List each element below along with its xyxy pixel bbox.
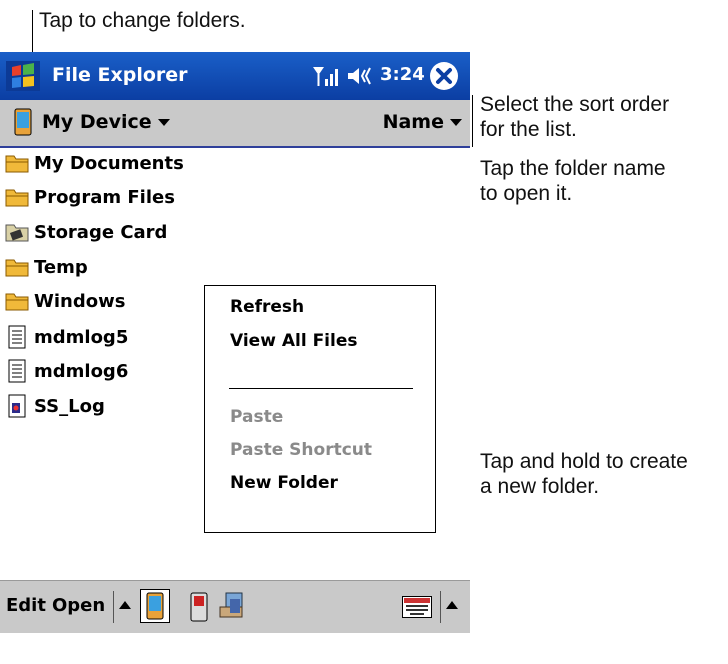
file-name: Windows <box>34 290 126 312</box>
app-title: File Explorer <box>52 64 188 86</box>
menu-item-new-folder[interactable]: New Folder <box>230 473 338 493</box>
scroll-up-icon[interactable] <box>119 601 131 609</box>
file-name: Storage Card <box>34 221 168 243</box>
sort-dropdown[interactable]: Name <box>383 111 462 133</box>
file-item-windows[interactable]: Windows <box>4 286 125 316</box>
device-button-icon[interactable] <box>140 589 170 623</box>
document-icon <box>8 359 26 383</box>
file-name: My Documents <box>34 152 184 174</box>
title-bar: File Explorer 3:24 <box>0 52 470 100</box>
callout-folder-name: Tap the folder name to open it. <box>480 156 666 206</box>
file-item-temp[interactable]: Temp <box>4 252 88 282</box>
file-explorer-screen: File Explorer 3:24 My Device Name My Doc… <box>0 52 470 664</box>
chevron-down-icon <box>450 119 462 126</box>
sort-dropdown-label: Name <box>382 111 444 133</box>
folder-dropdown-label: My Device <box>42 111 152 133</box>
close-icon[interactable] <box>430 62 458 90</box>
divider <box>440 591 441 623</box>
file-name: mdmlog6 <box>34 360 129 382</box>
folder-dropdown[interactable]: My Device <box>42 111 170 133</box>
context-menu: Refresh View All Files Paste Paste Short… <box>204 285 436 533</box>
file-item-program-files[interactable]: Program Files <box>4 182 175 212</box>
callout-text: Tap and hold to create <box>480 450 688 473</box>
folder-icon <box>5 293 29 311</box>
callout-text: Tap to change folders. <box>39 9 246 32</box>
callout-text: for the list. <box>480 118 577 141</box>
file-item-my-documents[interactable]: My Documents <box>4 148 184 178</box>
callout-sort-order: Select the sort order for the list. <box>480 92 669 142</box>
keyboard-icon[interactable] <box>402 596 432 618</box>
log-file-icon <box>8 394 26 418</box>
edit-menu[interactable]: Edit <box>6 595 46 616</box>
callout-text: to open it. <box>480 182 573 205</box>
storage-card-button-icon[interactable] <box>188 592 210 622</box>
callout-text: Select the sort order <box>480 93 670 116</box>
menu-item-paste-shortcut: Paste Shortcut <box>230 440 373 460</box>
input-panel-toggle-icon[interactable] <box>446 601 458 609</box>
device-icon[interactable] <box>14 108 32 136</box>
file-name: Temp <box>34 256 88 278</box>
storage-card-icon <box>5 224 29 242</box>
callout-text: Tap the folder name <box>480 157 666 180</box>
file-item-mdmlog5[interactable]: mdmlog5 <box>4 322 128 352</box>
file-name: Program Files <box>34 186 175 208</box>
start-flag-icon[interactable] <box>6 61 40 91</box>
signal-icon[interactable] <box>312 65 338 87</box>
document-icon <box>8 325 26 349</box>
chevron-down-icon <box>157 119 170 126</box>
network-share-icon[interactable] <box>218 591 248 621</box>
callout-new-folder: Tap and hold to create a new folder. <box>480 449 688 499</box>
leader-line <box>472 95 473 147</box>
file-item-mdmlog6[interactable]: mdmlog6 <box>4 356 128 386</box>
open-menu[interactable]: Open <box>52 595 105 616</box>
callout-text: a new folder. <box>480 475 600 498</box>
callout-change-folders: Tap to change folders. <box>39 8 246 33</box>
menu-item-paste: Paste <box>230 407 284 427</box>
folder-icon <box>5 259 29 277</box>
file-item-ss-log[interactable]: SS_Log <box>4 391 105 421</box>
volume-icon[interactable] <box>346 65 374 87</box>
folder-icon <box>5 155 29 173</box>
divider <box>113 591 114 623</box>
folder-icon <box>5 189 29 207</box>
menu-item-refresh[interactable]: Refresh <box>230 297 304 317</box>
folder-toolbar: My Device Name <box>0 100 470 148</box>
file-name: SS_Log <box>34 395 105 417</box>
menu-divider <box>229 388 413 389</box>
file-item-storage-card[interactable]: Storage Card <box>4 217 167 247</box>
menu-item-view-all-files[interactable]: View All Files <box>230 331 357 351</box>
clock[interactable]: 3:24 <box>380 64 425 85</box>
file-name: mdmlog5 <box>34 326 129 348</box>
command-bar: Edit Open <box>0 580 470 633</box>
